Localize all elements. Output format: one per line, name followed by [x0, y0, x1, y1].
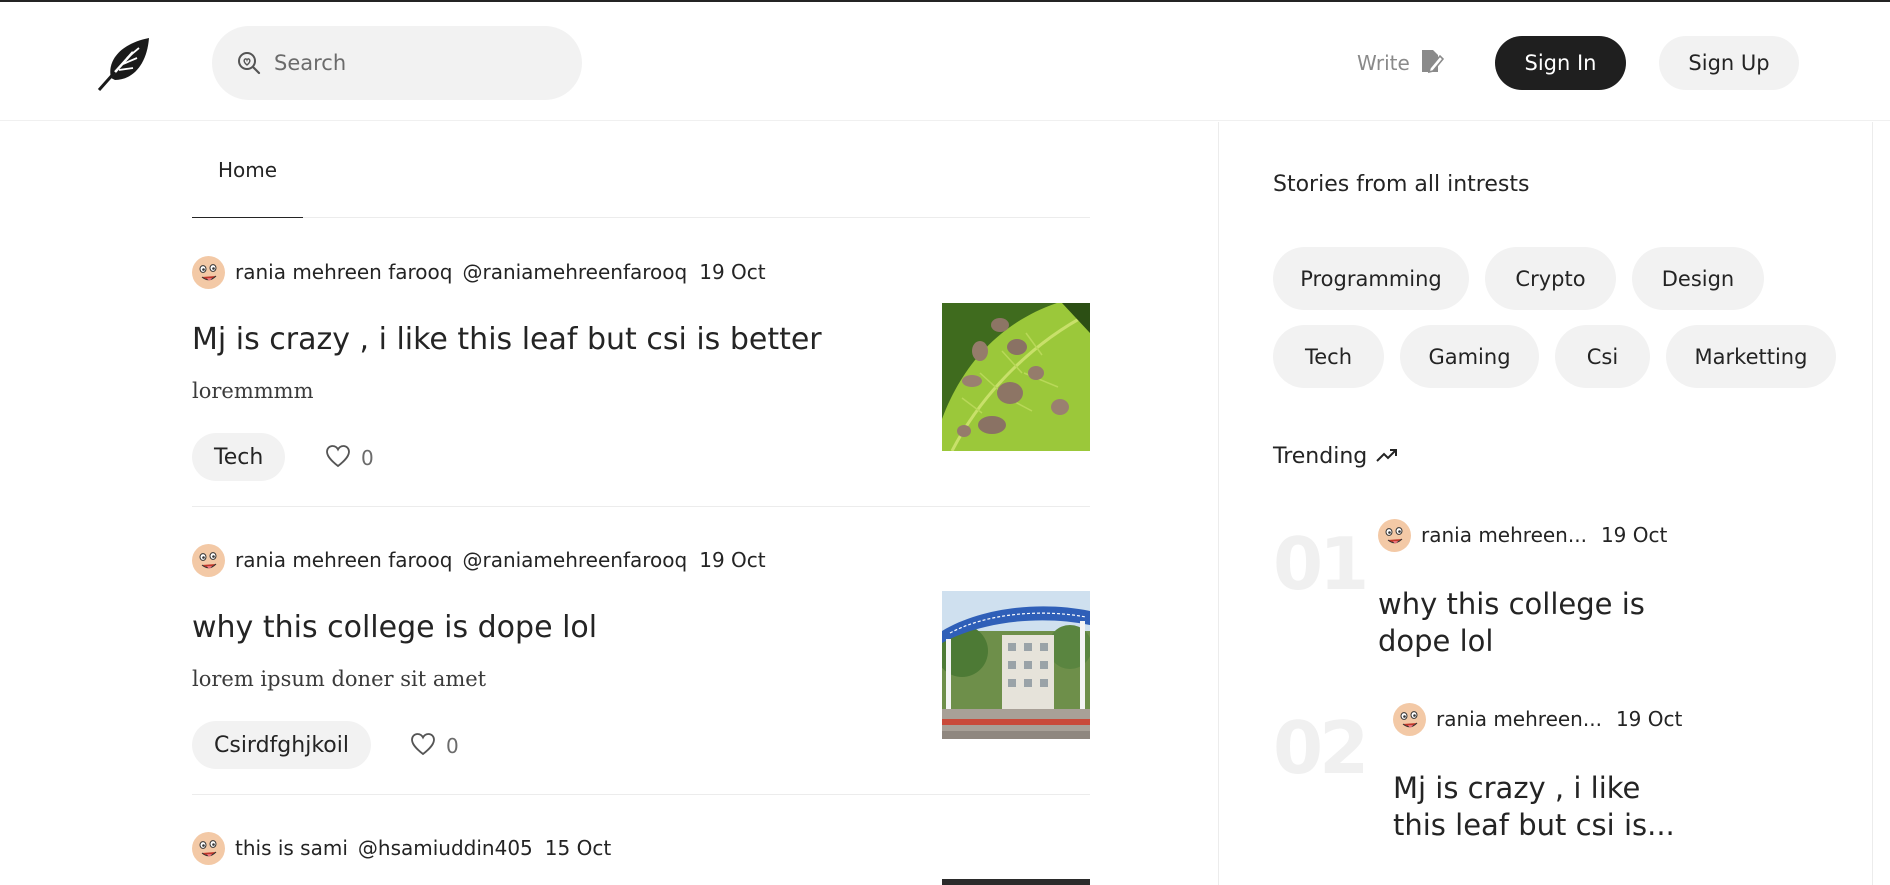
trending-heading: Trending — [1273, 444, 1399, 469]
trending-meta: rania mehreen... 19 Oct — [1393, 702, 1682, 736]
avatar[interactable] — [192, 543, 225, 577]
post-author-row: this is sami @hsamiuddin405 15 Oct — [192, 831, 611, 865]
trending-title: Trending — [1273, 444, 1368, 469]
avatar[interactable] — [1393, 702, 1426, 736]
topic-chip-gaming[interactable]: Gaming — [1400, 325, 1539, 388]
like-count: 0 — [446, 734, 459, 758]
search-icon — [236, 50, 262, 76]
trending-author[interactable]: rania mehreen... — [1436, 707, 1602, 731]
header: Write Sign In Sign Up — [0, 2, 1890, 121]
topic-chip-tech[interactable]: Tech — [1273, 325, 1384, 388]
interests-title: Stories from all intrests — [1273, 172, 1530, 197]
post-date: 15 Oct — [544, 836, 612, 860]
search-input[interactable] — [274, 26, 564, 100]
leaf-logo-icon[interactable] — [93, 34, 153, 94]
search-bar[interactable] — [212, 26, 582, 100]
trending-meta: rania mehreen... 19 Oct — [1378, 518, 1667, 552]
trending-date: 19 Oct — [1615, 707, 1683, 731]
post-title[interactable]: Mj is crazy , i like this leaf but csi i… — [192, 322, 932, 357]
trending-item[interactable]: 01 rania mehreen... 19 Oct why this coll… — [1273, 518, 1853, 678]
post-author-row: rania mehreen farooq @raniamehreenfarooq… — [192, 543, 766, 577]
heart-icon — [325, 444, 351, 473]
heart-icon — [410, 732, 436, 761]
trending-up-icon — [1375, 444, 1399, 469]
write-icon — [1418, 48, 1444, 79]
like-button[interactable]: 0 — [410, 731, 459, 761]
post-handle[interactable]: @raniamehreenfarooq — [462, 548, 687, 572]
post-title[interactable]: why this college is dope lol — [192, 610, 932, 645]
topic-chip-marketting[interactable]: Marketting — [1666, 325, 1836, 388]
topic-chip-csi[interactable]: Csi — [1555, 325, 1650, 388]
post-tag[interactable]: Csirdfghjkoil — [192, 721, 371, 769]
sign-up-button[interactable]: Sign Up — [1659, 36, 1799, 90]
post-author[interactable]: this is sami — [235, 836, 348, 860]
avatar[interactable] — [192, 255, 225, 289]
avatar[interactable] — [1378, 518, 1411, 552]
post-author[interactable]: rania mehreen farooq — [235, 548, 452, 572]
tab-home[interactable]: Home — [192, 122, 303, 218]
sign-in-button[interactable]: Sign In — [1495, 36, 1626, 90]
post-handle[interactable]: @raniamehreenfarooq — [462, 260, 687, 284]
topic-chip-crypto[interactable]: Crypto — [1485, 247, 1616, 310]
trending-author[interactable]: rania mehreen... — [1421, 523, 1587, 547]
post-tag[interactable]: Tech — [192, 433, 286, 481]
post-thumbnail-college[interactable] — [942, 591, 1090, 739]
post-thumbnail-leaf[interactable] — [942, 303, 1090, 451]
write-label: Write — [1357, 51, 1410, 75]
post-author-row: rania mehreen farooq @raniamehreenfarooq… — [192, 255, 766, 289]
post-card[interactable]: rania mehreen farooq @raniamehreenfarooq… — [192, 507, 1090, 795]
trending-title-link[interactable]: Mj is crazy , i like this leaf but csi i… — [1393, 770, 1693, 844]
sidebar: Stories from all intrests Programming Cr… — [1218, 122, 1873, 885]
like-count: 0 — [361, 446, 374, 470]
topic-chip-design[interactable]: Design — [1632, 247, 1764, 310]
trending-rank: 01 — [1273, 522, 1369, 606]
trending-rank: 02 — [1273, 706, 1369, 790]
post-handle[interactable]: @hsamiuddin405 — [358, 836, 533, 860]
trending-title-link[interactable]: why this college is dope lol — [1378, 586, 1678, 660]
post-date: 19 Oct — [699, 260, 766, 284]
avatar[interactable] — [192, 831, 225, 865]
trending-date: 19 Oct — [1600, 523, 1668, 547]
post-card[interactable]: this is sami @hsamiuddin405 15 Oct — [192, 795, 1090, 885]
write-button[interactable]: Write — [1357, 48, 1444, 78]
like-button[interactable]: 0 — [325, 443, 374, 473]
post-date: 19 Oct — [699, 548, 766, 572]
trending-item[interactable]: 02 rania mehreen... 19 Oct Mj is crazy ,… — [1273, 702, 1853, 862]
post-thumbnail[interactable] — [942, 879, 1090, 885]
post-excerpt: loremmmm — [192, 379, 314, 403]
feed-tabs: Home — [192, 122, 1090, 218]
post-card[interactable]: rania mehreen farooq @raniamehreenfarooq… — [192, 219, 1090, 507]
post-excerpt: lorem ipsum doner sit amet — [192, 667, 487, 691]
topic-chip-programming[interactable]: Programming — [1273, 247, 1469, 310]
post-author[interactable]: rania mehreen farooq — [235, 260, 452, 284]
